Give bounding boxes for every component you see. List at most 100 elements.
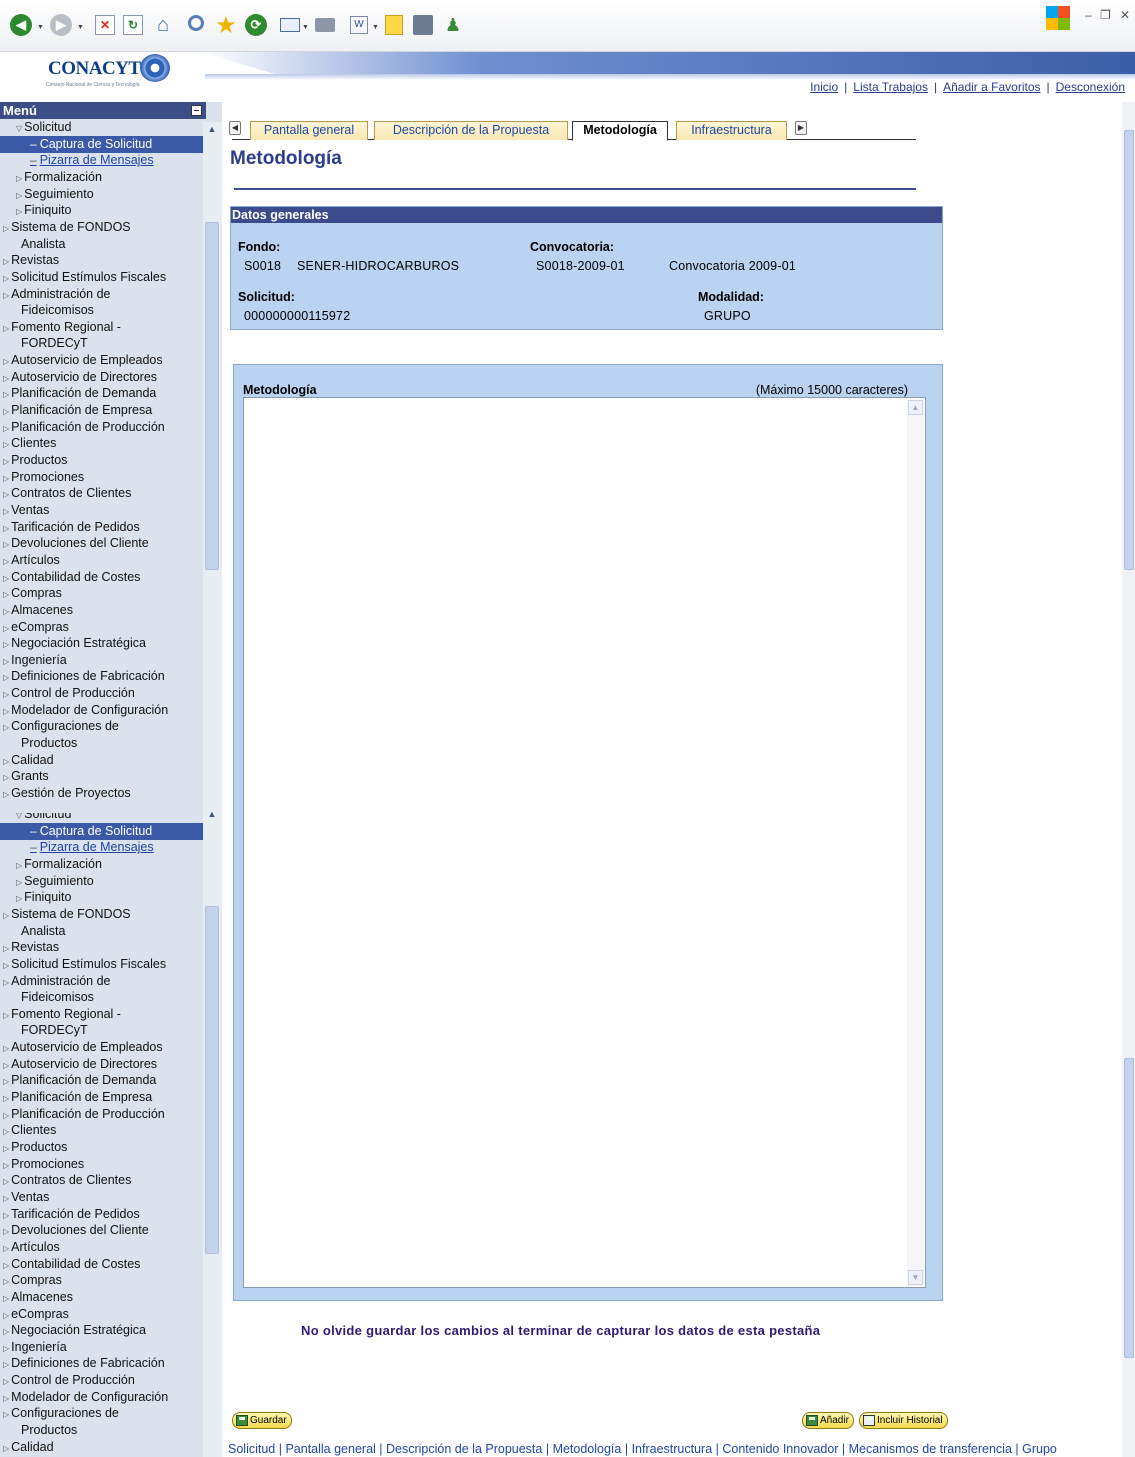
menu-item[interactable]: ▷ Fomento Regional - [0, 1006, 121, 1023]
bottom-link[interactable]: Solicitud [228, 1442, 275, 1456]
tab-pantalla-general[interactable]: Pantalla general [250, 121, 368, 140]
print-icon[interactable] [312, 12, 338, 38]
menu-item[interactable]: ▷ Sistema de FONDOS [0, 906, 131, 923]
menu-item[interactable]: ▷ Ventas [0, 1189, 49, 1206]
menu-item[interactable]: ▷ Tarificación de Pedidos [0, 519, 140, 536]
menu-item[interactable]: ▷ Control de Producción [0, 1372, 135, 1389]
menu-item[interactable]: ▷ Devoluciones del Cliente [0, 1222, 149, 1239]
tab-infraestructura[interactable]: Infraestructura [676, 121, 787, 140]
menu-item[interactable]: ▷ Ingeniería [0, 1339, 67, 1356]
tab-next-icon[interactable]: ▶ [795, 121, 807, 135]
menu-item[interactable]: ▷ Configuraciones de [0, 1405, 119, 1422]
back-dropdown-icon[interactable]: ▼ [37, 24, 44, 31]
incluir-historial-button[interactable]: Incluir Historial [859, 1412, 948, 1429]
menu-scroll-up-icon[interactable]: ▲ [204, 122, 220, 136]
menu-item[interactable]: ▷ Planificación de Demanda [0, 385, 156, 402]
menu-item[interactable]: ▷ Contratos de Clientes [0, 485, 131, 502]
guardar-button[interactable]: Guardar [232, 1412, 292, 1429]
menu-item[interactable]: Fideicomisos [0, 989, 94, 1006]
menu-item[interactable]: ▷Grants [0, 768, 49, 785]
menu-item[interactable]: ▷ Sistema de FONDOS [0, 219, 131, 236]
menu-item[interactable]: ▷ Modelador de Configuración [0, 1389, 168, 1406]
anadir-button[interactable]: Añadir [802, 1412, 854, 1429]
bottom-link[interactable]: Metodología [553, 1442, 622, 1456]
textarea-scroll-down-icon[interactable]: ▼ [908, 1270, 923, 1285]
menu-item[interactable]: ▷ Compras [0, 585, 62, 602]
menu-item[interactable]: ▷ Formalización [0, 856, 102, 873]
menu-item[interactable]: ▷ Promociones [0, 1156, 84, 1173]
stop-icon[interactable]: ✕ [92, 12, 118, 38]
mail-dropdown-icon[interactable]: ▼ [302, 24, 309, 31]
menu-item[interactable]: FORDECyT [0, 1022, 88, 1039]
menu-item[interactable]: – Captura de Solicitud [0, 822, 206, 840]
menu-item[interactable]: ▷ Productos [0, 1139, 67, 1156]
forward-icon[interactable]: ▶ [48, 12, 74, 38]
menu-item[interactable]: ▷ Planificación de Empresa [0, 402, 152, 419]
menu-item[interactable]: ▷ Definiciones de Fabricación [0, 1355, 165, 1372]
menu-item[interactable]: ▷ Calidad [0, 1439, 54, 1456]
menu-item[interactable]: ▷ Revistas [0, 939, 59, 956]
menu-item[interactable]: ▷ Ventas [0, 502, 49, 519]
menu-item[interactable]: ▷ eCompras [0, 619, 69, 636]
menu-item[interactable]: ▷ Seguimiento [0, 186, 94, 203]
menu-item[interactable]: ▷ Planificación de Empresa [0, 1089, 152, 1106]
edit-dropdown-icon[interactable]: ▼ [372, 24, 379, 31]
menu-item[interactable]: ▷ Contratos de Clientes [0, 1172, 131, 1189]
menu-item[interactable]: – Captura de Solicitud [0, 135, 206, 153]
messenger-icon[interactable]: ♟ [440, 12, 466, 38]
menu-item[interactable]: ▷ Gestión de Proyectos [0, 785, 131, 802]
menu-item[interactable]: Productos [0, 1422, 77, 1439]
tab-descripcion-propuesta[interactable]: Descripción de la Propuesta [374, 121, 568, 140]
menu-item[interactable]: ▷ Artículos [0, 552, 60, 569]
refresh-icon[interactable]: ↻ [120, 12, 146, 38]
menu-item[interactable]: ▽ Solicitud [0, 119, 71, 136]
menu-item[interactable]: ▷ Planificación de Demanda [0, 1072, 156, 1089]
page-scroll-thumb-2[interactable] [1124, 1058, 1134, 1358]
bottom-link[interactable]: Grupo [1022, 1442, 1057, 1456]
menu-item[interactable]: ▷ Artículos [0, 1239, 60, 1256]
menu-item[interactable]: Fideicomisos [0, 302, 94, 319]
menu-item[interactable]: ▷ Almacenes [0, 602, 73, 619]
menu-item[interactable]: ▷ Negociación Estratégica [0, 635, 146, 652]
menu-item[interactable]: ▷ Negociación Estratégica [0, 1322, 146, 1339]
page-scroll-thumb[interactable] [1124, 130, 1134, 570]
menu-collapse-icon[interactable] [191, 105, 202, 116]
bottom-link[interactable]: Mecanismos de transferencia [849, 1442, 1012, 1456]
menu-scroll-thumb-2[interactable] [205, 906, 219, 1254]
menu-item[interactable]: ▷ Solicitud Estímulos Fiscales [0, 956, 166, 973]
metodologia-textarea[interactable] [243, 397, 926, 1288]
notes-icon[interactable] [381, 12, 407, 38]
link-anadir-favoritos[interactable]: Añadir a Favoritos [943, 80, 1040, 94]
menu-item[interactable]: ▷ Autoservicio de Empleados [0, 352, 163, 369]
menu-item[interactable]: ▷ Revistas [0, 252, 59, 269]
menu-item[interactable]: ▷ Almacenes [0, 1289, 73, 1306]
menu-item[interactable]: Productos [0, 735, 77, 752]
menu-item[interactable]: ▷ Administración de [0, 973, 111, 990]
textarea-scroll-up-icon[interactable]: ▲ [908, 400, 923, 415]
bottom-link[interactable]: Pantalla general [285, 1442, 375, 1456]
menu-item[interactable]: FORDECyT [0, 335, 88, 352]
menu-item[interactable]: ▷ Contabilidad de Costes [0, 569, 140, 586]
bottom-link[interactable]: Contenido Innovador [722, 1442, 838, 1456]
menu-item[interactable]: ▷ Formalización [0, 169, 102, 186]
menu-item[interactable]: ▷ Planificación de Producción [0, 419, 165, 436]
menu-item[interactable]: ▷ Finiquito [0, 889, 71, 906]
menu-item[interactable]: ▷ Promociones [0, 469, 84, 486]
menu-item[interactable]: ▷ Compras [0, 1272, 62, 1289]
menu-item[interactable]: ▷ Autoservicio de Directores [0, 369, 157, 386]
menu-item[interactable]: ▷ Solicitud Estímulos Fiscales [0, 269, 166, 286]
forward-dropdown-icon[interactable]: ▼ [77, 24, 84, 31]
menu-item[interactable]: ▷ Seguimiento [0, 873, 94, 890]
bottom-link[interactable]: Descripción de la Propuesta [386, 1442, 542, 1456]
menu-item[interactable]: ▷ Administración de [0, 286, 111, 303]
link-lista-trabajos[interactable]: Lista Trabajos [853, 80, 928, 94]
menu-item[interactable]: Analista [0, 923, 65, 940]
menu-item[interactable]: ▷ Devoluciones del Cliente [0, 535, 149, 552]
menu-item[interactable]: – Pizarra de Mensajes [0, 839, 154, 856]
mail-icon[interactable] [277, 12, 303, 38]
close-icon[interactable]: ✕ [1120, 8, 1130, 22]
research-icon[interactable] [410, 12, 436, 38]
link-desconexion[interactable]: Desconexión [1056, 80, 1125, 94]
tab-metodologia[interactable]: Metodología [572, 121, 668, 141]
menu-item[interactable]: ▷ Autoservicio de Empleados [0, 1039, 163, 1056]
